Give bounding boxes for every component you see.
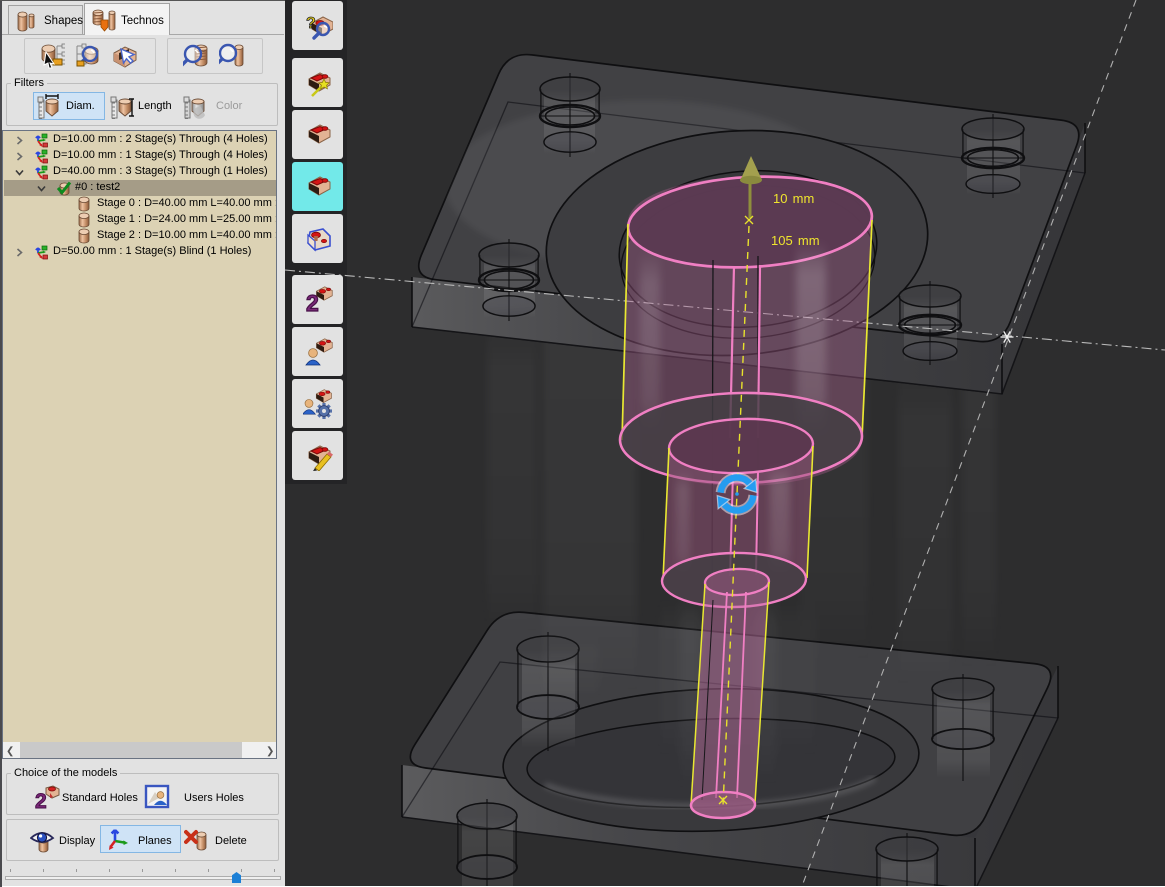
svg-text:2: 2 <box>306 290 319 315</box>
svg-text:10 mm: 10 mm <box>773 191 814 206</box>
svg-text:2: 2 <box>35 790 47 810</box>
svg-text:105 mm: 105 mm <box>771 233 820 248</box>
svg-text:?: ? <box>306 15 316 32</box>
